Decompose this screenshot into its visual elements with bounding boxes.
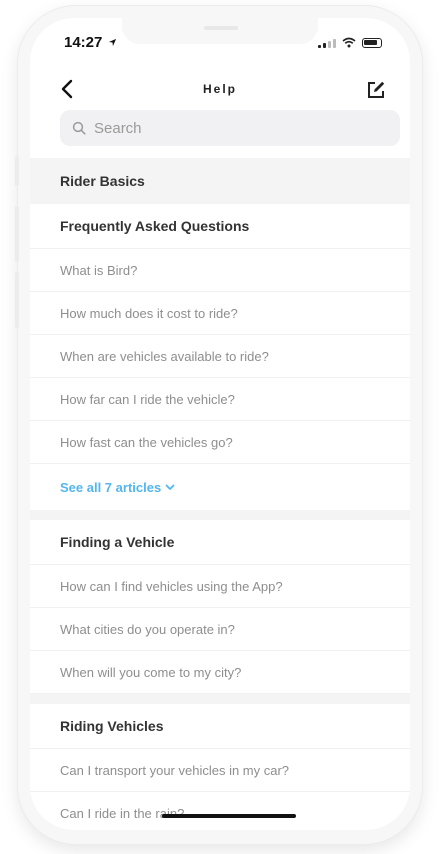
- status-bar: 14:27: [30, 18, 410, 64]
- cellular-signal-icon: [318, 38, 336, 48]
- page-title: Help: [202, 82, 237, 96]
- section-divider: [30, 510, 410, 520]
- list-item[interactable]: Can I transport your vehicles in my car?: [30, 749, 410, 792]
- see-all-label: See all 7 articles: [60, 479, 162, 495]
- battery-icon: [362, 38, 382, 48]
- list-item[interactable]: How far can I ride the vehicle?: [30, 378, 410, 421]
- list-item[interactable]: What is Bird?: [30, 249, 410, 292]
- see-all-articles-link[interactable]: See all 7 articles: [30, 464, 410, 510]
- section-header-rider-basics: Rider Basics: [30, 158, 410, 204]
- list-item[interactable]: How much does it cost to ride?: [30, 292, 410, 335]
- list-item[interactable]: When are vehicles available to ride?: [30, 335, 410, 378]
- phone-screen: 14:27 Help Search Rider Basics Frequentl…: [30, 18, 410, 830]
- search-input[interactable]: [92, 118, 376, 138]
- chevron-down-icon: [165, 484, 175, 490]
- group-title-finding-vehicle: Finding a Vehicle: [30, 520, 410, 565]
- side-button: [15, 156, 19, 186]
- list-item[interactable]: How can I find vehicles using the App?: [30, 565, 410, 608]
- status-icons: [318, 37, 382, 48]
- compose-button[interactable]: [362, 76, 390, 104]
- compose-icon: [368, 81, 385, 98]
- list-item[interactable]: Can I ride in the rain?: [30, 792, 410, 830]
- group-title-faq: Frequently Asked Questions: [30, 204, 410, 249]
- home-indicator[interactable]: [162, 814, 296, 818]
- group-title-riding-vehicles: Riding Vehicles: [30, 704, 410, 749]
- section-divider: [30, 694, 410, 704]
- location-arrow-icon: [108, 38, 116, 47]
- search-icon: [72, 121, 86, 135]
- search-bar[interactable]: [60, 110, 400, 146]
- nav-bar: Help: [30, 70, 410, 110]
- list-item[interactable]: How fast can the vehicles go?: [30, 421, 410, 464]
- list-item[interactable]: When will you come to my city?: [30, 651, 410, 694]
- help-content: Rider Basics Frequently Asked Questions …: [30, 158, 410, 830]
- status-time: 14:27: [64, 34, 117, 51]
- side-button: [15, 272, 19, 328]
- list-item[interactable]: What cities do you operate in?: [30, 608, 410, 651]
- side-button: [15, 206, 19, 262]
- wifi-icon: [342, 37, 356, 48]
